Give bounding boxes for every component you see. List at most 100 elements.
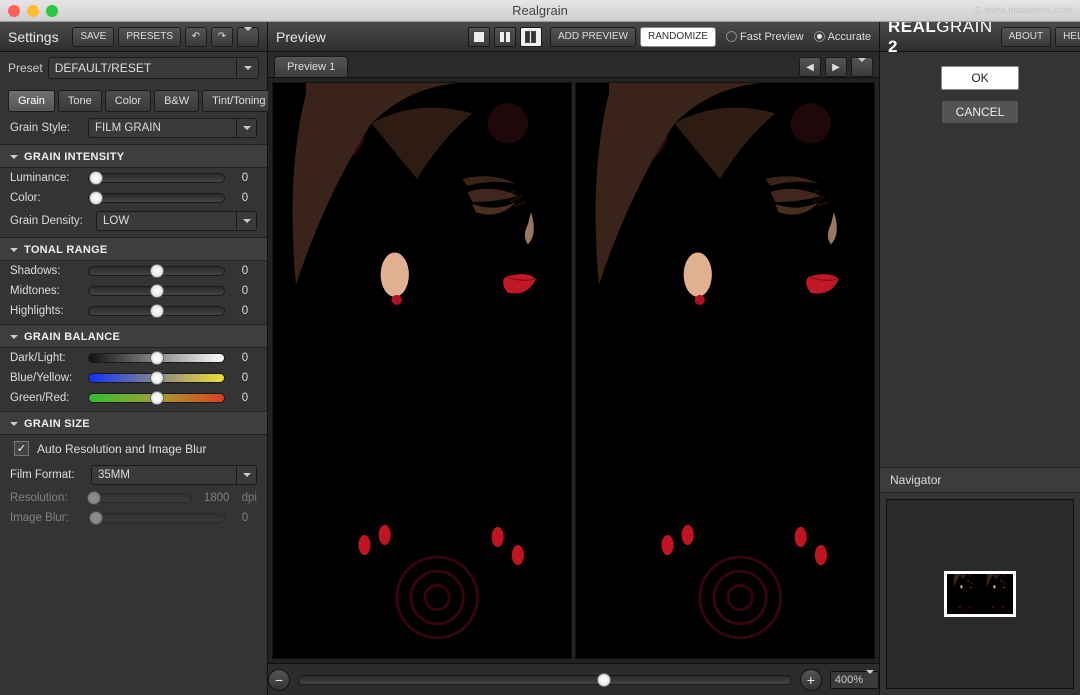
grain-style-select[interactable]: FILM GRAIN bbox=[88, 118, 257, 138]
ok-button[interactable]: OK bbox=[941, 66, 1019, 90]
darklight-slider[interactable] bbox=[88, 351, 225, 365]
disclosure-triangle-icon bbox=[10, 155, 18, 163]
prev-tab-button[interactable]: ◀ bbox=[799, 57, 821, 77]
preview-area bbox=[268, 78, 879, 663]
resolution-slider bbox=[88, 491, 192, 505]
greenred-slider[interactable] bbox=[88, 391, 225, 405]
navigator-header: Navigator bbox=[880, 467, 1080, 493]
presets-button[interactable]: PRESETS bbox=[118, 27, 181, 47]
history-dropdown-button[interactable] bbox=[237, 27, 259, 47]
blueyellow-slider[interactable] bbox=[88, 371, 225, 385]
midtones-slider[interactable] bbox=[88, 284, 225, 298]
luminance-label: Luminance: bbox=[10, 172, 80, 184]
greenred-label: Green/Red: bbox=[10, 392, 80, 404]
film-format-select[interactable]: 35MM bbox=[91, 465, 257, 485]
view-sidebyside-button[interactable] bbox=[520, 27, 542, 47]
blur-label: Image Blur: bbox=[10, 512, 80, 524]
close-window-button[interactable] bbox=[8, 5, 20, 17]
section-tonal-range[interactable]: TONAL RANGE bbox=[0, 237, 267, 261]
highlights-label: Highlights: bbox=[10, 305, 80, 317]
view-single-button[interactable] bbox=[468, 27, 490, 47]
preview-header: Preview ADD PREVIEW RANDOMIZE Fast Previ… bbox=[268, 22, 879, 52]
color-label: Color: bbox=[10, 192, 80, 204]
shadows-label: Shadows: bbox=[10, 265, 80, 277]
preview-tab-1[interactable]: Preview 1 bbox=[274, 56, 348, 77]
tab-tint[interactable]: Tint/Toning bbox=[202, 90, 275, 112]
blueyellow-value: 0 bbox=[233, 372, 257, 384]
film-format-value: 35MM bbox=[98, 469, 130, 481]
highlights-value: 0 bbox=[233, 305, 257, 317]
help-button[interactable]: HELP bbox=[1055, 27, 1080, 47]
luminance-value: 0 bbox=[233, 172, 257, 184]
zoom-out-button[interactable]: − bbox=[268, 669, 290, 691]
preview-tabs: Preview 1 ◀ ▶ bbox=[268, 52, 879, 78]
tab-tone[interactable]: Tone bbox=[58, 90, 102, 112]
midtones-label: Midtones: bbox=[10, 285, 80, 297]
shadows-slider[interactable] bbox=[88, 264, 225, 278]
disclosure-triangle-icon bbox=[10, 422, 18, 430]
navigator-area[interactable] bbox=[886, 499, 1074, 689]
midtones-value: 0 bbox=[233, 285, 257, 297]
highlights-slider[interactable] bbox=[88, 304, 225, 318]
section-grain-intensity[interactable]: GRAIN INTENSITY bbox=[0, 144, 267, 168]
fast-preview-radio[interactable]: Fast Preview bbox=[726, 31, 804, 43]
window-title: Realgrain bbox=[512, 3, 568, 18]
chevron-down-icon bbox=[866, 674, 874, 686]
cancel-button[interactable]: CANCEL bbox=[941, 100, 1019, 124]
preset-select[interactable]: DEFAULT/RESET bbox=[48, 57, 259, 79]
darklight-label: Dark/Light: bbox=[10, 352, 80, 364]
greenred-value: 0 bbox=[233, 392, 257, 404]
navigator-thumbnail[interactable] bbox=[944, 571, 1016, 617]
brand-logo: REALGRAIN 2 bbox=[888, 17, 993, 57]
accurate-radio[interactable]: Accurate bbox=[814, 31, 871, 43]
color-slider[interactable] bbox=[88, 191, 225, 205]
preset-value: DEFAULT/RESET bbox=[55, 61, 151, 75]
section-grain-size[interactable]: GRAIN SIZE bbox=[0, 411, 267, 435]
grain-density-select[interactable]: LOW bbox=[96, 211, 257, 231]
right-header: REALGRAIN 2 ABOUT HELP bbox=[880, 22, 1080, 52]
about-button[interactable]: ABOUT bbox=[1001, 27, 1051, 47]
tab-color[interactable]: Color bbox=[105, 90, 151, 112]
luminance-slider[interactable] bbox=[88, 171, 225, 185]
randomize-button[interactable]: RANDOMIZE bbox=[640, 27, 716, 47]
chevron-down-icon bbox=[236, 212, 256, 230]
next-tab-button[interactable]: ▶ bbox=[825, 57, 847, 77]
redo-button[interactable]: ↷ bbox=[211, 27, 233, 47]
auto-resolution-checkbox[interactable]: ✓ bbox=[14, 441, 29, 456]
section-grain-balance[interactable]: GRAIN BALANCE bbox=[0, 324, 267, 348]
grain-style-value: FILM GRAIN bbox=[95, 122, 161, 134]
watermark: © www.imakewm.com bbox=[974, 5, 1072, 16]
color-value: 0 bbox=[233, 192, 257, 204]
disclosure-triangle-icon bbox=[10, 248, 18, 256]
preview-label: Preview bbox=[276, 29, 326, 45]
add-preview-button[interactable]: ADD PREVIEW bbox=[550, 27, 636, 47]
shadows-value: 0 bbox=[233, 265, 257, 277]
titlebar: Realgrain © www.imakewm.com bbox=[0, 0, 1080, 22]
film-format-label: Film Format: bbox=[10, 469, 85, 481]
view-split-button[interactable] bbox=[494, 27, 516, 47]
preview-processed[interactable] bbox=[575, 82, 875, 659]
chevron-down-icon bbox=[236, 58, 258, 78]
resolution-unit: dpi bbox=[242, 492, 257, 504]
tab-bw[interactable]: B&W bbox=[154, 90, 199, 112]
settings-label: Settings bbox=[8, 29, 59, 45]
zoom-slider[interactable] bbox=[298, 673, 792, 687]
minimize-window-button[interactable] bbox=[27, 5, 39, 17]
tab-grain[interactable]: Grain bbox=[8, 90, 55, 112]
chevron-down-icon bbox=[236, 119, 256, 137]
settings-tabs: Grain Tone Color B&W Tint/Toning bbox=[0, 84, 267, 115]
tab-menu-button[interactable] bbox=[851, 57, 873, 77]
resolution-value: 1800 bbox=[200, 492, 234, 504]
zoom-window-button[interactable] bbox=[46, 5, 58, 17]
darklight-value: 0 bbox=[233, 352, 257, 364]
blur-value: 0 bbox=[233, 512, 257, 524]
save-button[interactable]: SAVE bbox=[72, 27, 114, 47]
preview-original[interactable] bbox=[272, 82, 572, 659]
blur-slider bbox=[88, 511, 225, 525]
auto-resolution-label: Auto Resolution and Image Blur bbox=[37, 442, 206, 456]
zoom-in-button[interactable]: + bbox=[800, 669, 822, 691]
zoom-value-select[interactable]: 400% bbox=[830, 671, 879, 689]
grain-density-label: Grain Density: bbox=[10, 215, 90, 227]
blueyellow-label: Blue/Yellow: bbox=[10, 372, 80, 384]
undo-button[interactable]: ↶ bbox=[185, 27, 207, 47]
